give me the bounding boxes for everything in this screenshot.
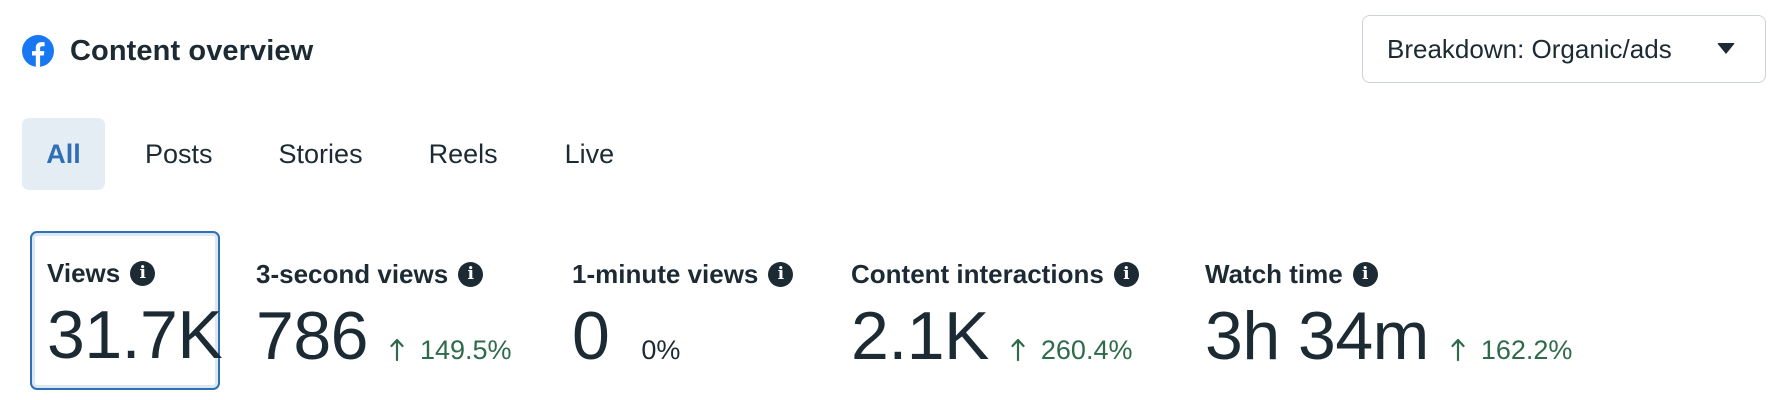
metric-value-row: 2.1K 260.4% bbox=[851, 300, 1139, 372]
metric-value: 786 bbox=[256, 298, 368, 374]
metric-change-value: 162.2% bbox=[1480, 335, 1573, 365]
metric-label: 1-minute views bbox=[572, 258, 759, 289]
metric-label: Watch time bbox=[1205, 258, 1343, 289]
caret-down-icon bbox=[1717, 43, 1735, 54]
metric-value: 31.7K bbox=[47, 297, 223, 373]
content-tabs: All Posts Stories Reels Live bbox=[22, 118, 614, 190]
metric-change: 149.5% bbox=[390, 335, 512, 366]
metric-value: 3h 34m bbox=[1205, 298, 1429, 374]
metric-value-row: 3h 34m 162.2% bbox=[1205, 300, 1572, 372]
metric-label-row: Watch time i bbox=[1205, 254, 1572, 294]
metric-value-row: 31.7K bbox=[47, 299, 223, 371]
info-icon[interactable]: i bbox=[130, 260, 156, 286]
metric-change-value: 260.4% bbox=[1040, 335, 1133, 365]
breakdown-label: Breakdown: Organic/ads bbox=[1387, 33, 1672, 64]
metric-change-value: 149.5% bbox=[419, 335, 512, 365]
metric-card-1-minute-views[interactable]: 1-minute views i 0 0% bbox=[572, 232, 794, 372]
metric-label-row: 3-second views i bbox=[256, 254, 512, 294]
metric-label-row: Views i bbox=[47, 253, 218, 293]
metric-label: Content interactions bbox=[851, 258, 1104, 289]
tab-all[interactable]: All bbox=[22, 118, 105, 190]
arrow-up-icon bbox=[390, 339, 404, 361]
tab-posts[interactable]: Posts bbox=[145, 118, 213, 190]
breakdown-dropdown[interactable]: Breakdown: Organic/ads bbox=[1362, 15, 1766, 83]
metric-label-row: Content interactions i bbox=[851, 254, 1139, 294]
metric-label-row: 1-minute views i bbox=[572, 254, 794, 294]
tab-stories[interactable]: Stories bbox=[279, 118, 363, 190]
facebook-icon bbox=[22, 35, 54, 67]
metric-value-row: 786 149.5% bbox=[256, 300, 512, 372]
metric-value: 2.1K bbox=[851, 298, 989, 374]
metric-change: 260.4% bbox=[1011, 335, 1133, 366]
arrow-up-icon bbox=[1451, 339, 1465, 361]
metric-card-content-interactions[interactable]: Content interactions i 2.1K 260.4% bbox=[851, 232, 1139, 372]
metric-label: 3-second views bbox=[256, 258, 449, 289]
metric-label: Views bbox=[47, 257, 121, 288]
info-icon[interactable]: i bbox=[768, 261, 794, 287]
arrow-up-icon bbox=[1011, 339, 1025, 361]
tab-reels[interactable]: Reels bbox=[429, 118, 498, 190]
header: Content overview bbox=[22, 18, 313, 84]
info-icon[interactable]: i bbox=[1352, 261, 1378, 287]
metric-value-row: 0 0% bbox=[572, 300, 793, 372]
metric-card-views[interactable]: Views i 31.7K bbox=[30, 231, 223, 390]
metric-card-watch-time[interactable]: Watch time i 3h 34m 162.2% bbox=[1205, 232, 1572, 373]
tab-live[interactable]: Live bbox=[565, 118, 615, 190]
metric-value: 0 bbox=[572, 298, 610, 374]
metric-change-value: 0% bbox=[641, 335, 681, 365]
page-title: Content overview bbox=[70, 34, 314, 67]
metric-change: 162.2% bbox=[1451, 335, 1573, 366]
info-icon[interactable]: i bbox=[1113, 261, 1139, 287]
info-icon[interactable]: i bbox=[458, 261, 484, 287]
metric-change: 0% bbox=[641, 335, 680, 366]
metric-card-3-second-views[interactable]: 3-second views i 786 149.5% bbox=[256, 232, 512, 373]
